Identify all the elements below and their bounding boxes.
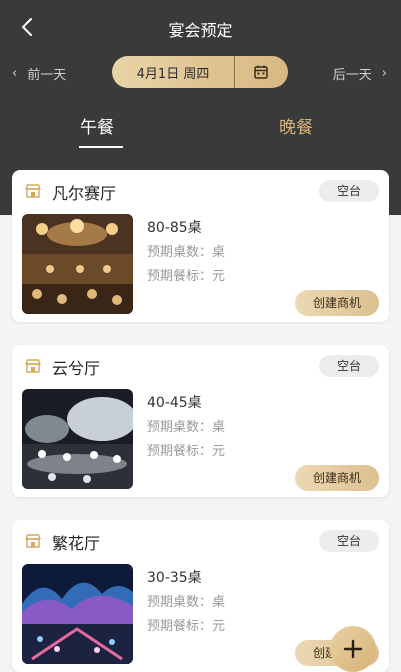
tab-dinner[interactable]: 晚餐 [279,113,313,138]
hall-icon [25,534,41,548]
expected-tables: 预期桌数：桌 [147,595,226,610]
hall-photo [22,214,133,314]
expected-tables: 预期桌数：桌 [147,420,226,435]
create-opportunity-button[interactable]: 创建商机 [295,465,379,491]
expected-tables: 预期桌数：桌 [147,245,226,260]
status-badge: 空台 [319,355,379,377]
hall-name: 繁花厅 [52,534,101,553]
next-day-label: 后一天 [332,68,372,83]
date-selector[interactable]: 4月1日 周四 [112,56,288,88]
plus-icon [343,639,363,659]
expected-price: 预期餐标：元 [147,269,226,284]
chevron-left-small-icon: ‹ [12,66,18,81]
page-title: 宴会预定 [168,21,233,40]
hall-name: 云兮厅 [52,359,101,378]
add-button[interactable] [330,626,376,672]
hall-card[interactable]: 云兮厅 空台 40-45桌 预期桌数：桌 预期餐标：元 创建商机 [12,345,389,497]
hall-photo [22,564,133,664]
hall-name: 凡尔赛厅 [52,184,117,203]
prev-day-button[interactable]: ‹ 前一天 [12,64,66,83]
hall-photo [22,389,133,489]
expected-price: 预期餐标：元 [147,444,226,459]
create-opportunity-button[interactable]: 创建商机 [295,290,379,316]
date-label: 4月1日 周四 [136,66,210,82]
table-range: 40-45桌 [147,395,202,411]
table-range: 80-85桌 [147,220,202,236]
active-tab-indicator [79,146,123,148]
expected-price: 预期餐标：元 [147,619,226,634]
calendar-button[interactable] [235,56,287,88]
hall-card[interactable]: 凡尔赛厅 空台 80-85桌 预期桌数：桌 预期餐标：元 创建商机 [12,170,389,322]
tab-lunch[interactable]: 午餐 [80,113,114,138]
hall-icon [25,184,41,198]
next-day-button[interactable]: 后一天 › [333,64,387,83]
calendar-icon [254,65,268,79]
hall-icon [25,359,41,373]
prev-day-label: 前一天 [27,68,67,83]
table-range: 30-35桌 [147,570,202,586]
status-badge: 空台 [319,180,379,202]
status-badge: 空台 [319,530,379,552]
chevron-right-small-icon: › [381,66,387,81]
